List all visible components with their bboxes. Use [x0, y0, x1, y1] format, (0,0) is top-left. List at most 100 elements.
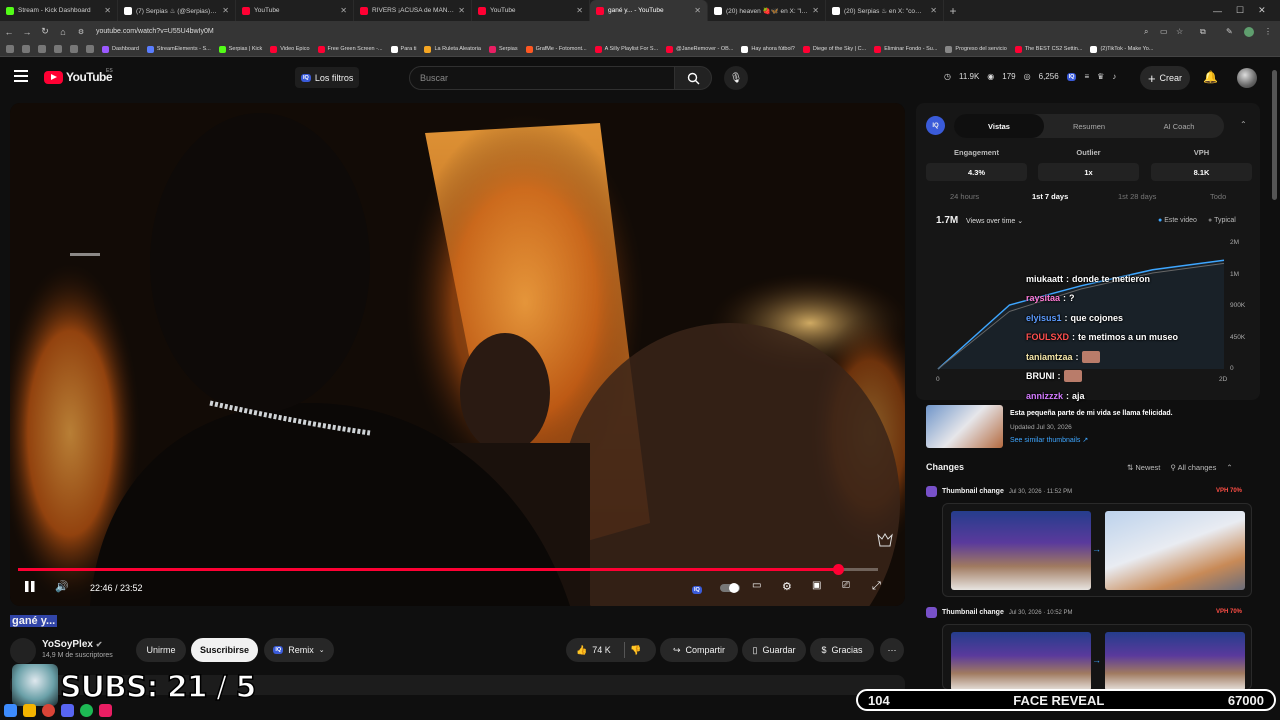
x-icon[interactable] — [86, 45, 94, 53]
close-window-icon[interactable]: ✕ — [1258, 5, 1266, 16]
new-tab-icon[interactable]: + — [944, 4, 962, 18]
youtube-bm-icon[interactable] — [38, 45, 46, 53]
bell-icon[interactable]: 🔔 — [1203, 70, 1218, 84]
bookmark-item[interactable]: A Silly Playlist For S... — [594, 45, 658, 53]
remix-button[interactable]: IQ Remix ⌄ — [264, 638, 334, 662]
reload-icon[interactable]: ↻ — [36, 26, 54, 37]
zoom-icon[interactable]: ⌕ — [1144, 27, 1148, 37]
cast-icon[interactable]: ⎚ — [842, 580, 850, 591]
taskbar-icon[interactable] — [99, 703, 112, 717]
settings-icon[interactable]: ⚙ — [782, 580, 792, 593]
gmail-icon[interactable] — [22, 45, 30, 53]
browser-tab[interactable]: (20) Serpias ♨ en X: "como la ✕ — [826, 0, 944, 21]
bookmark-item[interactable]: Dashboard — [102, 45, 139, 53]
vidiq-player-icon[interactable]: IQ — [692, 582, 702, 594]
tab-vistas[interactable]: Vistas — [954, 114, 1044, 138]
browser-tab[interactable]: YouTube ✕ — [236, 0, 354, 21]
bookmark-item[interactable]: La Ruleta Aleatoria — [424, 45, 481, 53]
taskbar-icon[interactable] — [4, 703, 17, 717]
extensions-icon[interactable]: ⧉ — [1200, 27, 1206, 37]
channel-avatar[interactable] — [10, 638, 36, 664]
bookmark-item[interactable]: Diege of the Sky | C... — [802, 45, 866, 53]
menu-icon[interactable]: ⋮ — [1264, 27, 1272, 36]
bookmark-item[interactable]: Video Epico — [270, 45, 310, 53]
trophy-icon[interactable]: ♛ — [1097, 72, 1104, 81]
search-input[interactable]: Buscar — [409, 66, 675, 90]
tab-ai-coach[interactable]: AI Coach — [1134, 114, 1224, 138]
change-card[interactable]: → — [942, 624, 1252, 691]
tab-resumen[interactable]: Resumen — [1044, 114, 1134, 138]
forward-icon[interactable]: → — [18, 27, 36, 37]
range-28d[interactable]: 1st 28 days — [1118, 192, 1156, 201]
profile-icon[interactable] — [1244, 26, 1254, 37]
mic-button[interactable]: 🎙 — [724, 66, 748, 90]
old-thumbnail[interactable] — [951, 511, 1091, 590]
maximize-icon[interactable]: ☐ — [1236, 5, 1244, 16]
spotify-icon[interactable] — [80, 703, 93, 717]
channel-watermark-icon[interactable] — [876, 531, 894, 549]
channel-name[interactable]: YoSoyPlex ✔ — [42, 639, 102, 650]
bookmark-item[interactable]: Hay ahora fútbol? — [741, 45, 795, 53]
similar-thumbnails-link[interactable]: See similar thumbnails ↗ — [1010, 436, 1088, 444]
window-controls[interactable]: — ☐ ✕ — [1213, 0, 1266, 21]
share-button[interactable]: ↪ Compartir — [660, 638, 738, 662]
fullscreen-icon[interactable]: ⤢ — [872, 580, 881, 593]
pause-icon[interactable] — [24, 580, 36, 596]
new-thumbnail[interactable] — [1105, 511, 1245, 590]
bookmark-item[interactable]: Para ti — [390, 45, 416, 53]
bookmark-item[interactable]: @JaneRemover - OB... — [666, 45, 733, 53]
close-tab-icon[interactable]: ✕ — [340, 6, 347, 15]
browser-tab[interactable]: (20) heaven 🍓🦋 en X: "los lin ✕ — [708, 0, 826, 21]
bookmark-item[interactable]: GrafMe - Fotomont... — [525, 45, 587, 53]
new-thumbnail[interactable] — [1105, 632, 1245, 691]
like-button[interactable]: 👍 74 K 👎 — [566, 638, 656, 662]
browser-tab[interactable]: RIVERS ¡ACUSA de MANIPULAR ✕ — [354, 0, 472, 21]
range-all[interactable]: Todo — [1210, 192, 1226, 201]
collapse-icon[interactable]: ⌃ — [1240, 120, 1247, 129]
subtitles-icon[interactable]: ▭ — [752, 580, 761, 591]
range-24h[interactable]: 24 hours — [950, 192, 979, 201]
bookmark-item[interactable]: Serpias | Kick — [218, 45, 262, 53]
subscribe-button[interactable]: Suscribirse — [191, 638, 258, 662]
bookmark-item[interactable]: The BEST CS2 Settin... — [1014, 45, 1082, 53]
close-tab-icon[interactable]: ✕ — [222, 6, 229, 15]
more-actions-button[interactable]: ⋯ — [880, 638, 904, 662]
chrome-icon[interactable] — [42, 703, 55, 717]
close-tab-icon[interactable]: ✕ — [104, 6, 111, 15]
home-icon[interactable]: ⌂ — [54, 27, 72, 37]
vidiq-icon[interactable]: IQ — [1066, 72, 1077, 81]
thanks-button[interactable]: $ Gracias — [810, 638, 874, 662]
range-7d[interactable]: 1st 7 days — [1032, 192, 1068, 201]
tiktok-icon[interactable] — [70, 45, 78, 53]
star-icon[interactable]: ☆ — [1176, 27, 1183, 36]
back-icon[interactable]: ← — [0, 27, 18, 37]
bookmark-item[interactable]: (2)TikTok - Make Yo... — [1090, 45, 1153, 53]
page-scrollbar[interactable] — [1272, 70, 1277, 200]
youtube-logo[interactable]: YouTube ES — [44, 68, 113, 84]
apps-icon[interactable] — [6, 45, 14, 53]
filter-button[interactable]: ⚲ All changes — [1170, 463, 1216, 472]
taskbar-icon[interactable] — [23, 703, 36, 717]
browser-tab[interactable]: gané y... - YouTube ✕ — [590, 0, 708, 21]
pencil-icon[interactable]: ✎ — [1226, 27, 1233, 36]
video-progress-bar[interactable] — [18, 564, 878, 575]
discord-icon[interactable] — [61, 703, 74, 717]
list-icon[interactable]: ≡ — [1084, 72, 1089, 81]
hamburger-icon[interactable] — [14, 70, 28, 82]
thumbs-down-icon[interactable]: 👎 — [630, 645, 641, 656]
create-button[interactable]: + Crear — [1140, 66, 1190, 90]
volume-icon[interactable]: 🔊 — [55, 580, 69, 593]
browser-tab[interactable]: (7) Serpias ♨ (@Serpias) / X ✕ — [118, 0, 236, 21]
bookmark-item[interactable]: Progreso del servicio — [945, 45, 1007, 53]
browser-tab[interactable]: Stream - Kick Dashboard ✕ — [0, 0, 118, 21]
site-info-icon[interactable]: ⚙ — [72, 28, 90, 36]
notification-small-icon[interactable]: ♪ — [1112, 72, 1116, 81]
save-button[interactable]: ▯ Guardar — [742, 638, 806, 662]
close-tab-icon[interactable]: ✕ — [930, 6, 937, 15]
sort-button[interactable]: ⇅ Newest — [1127, 463, 1160, 472]
close-tab-icon[interactable]: ✕ — [812, 6, 819, 15]
cast-icon[interactable]: ▭ — [1160, 27, 1168, 36]
browser-tab[interactable]: YouTube ✕ — [472, 0, 590, 21]
bookmark-item[interactable]: Free Green Screen -... — [317, 45, 383, 53]
miniplayer-icon[interactable]: ▣ — [812, 580, 821, 591]
